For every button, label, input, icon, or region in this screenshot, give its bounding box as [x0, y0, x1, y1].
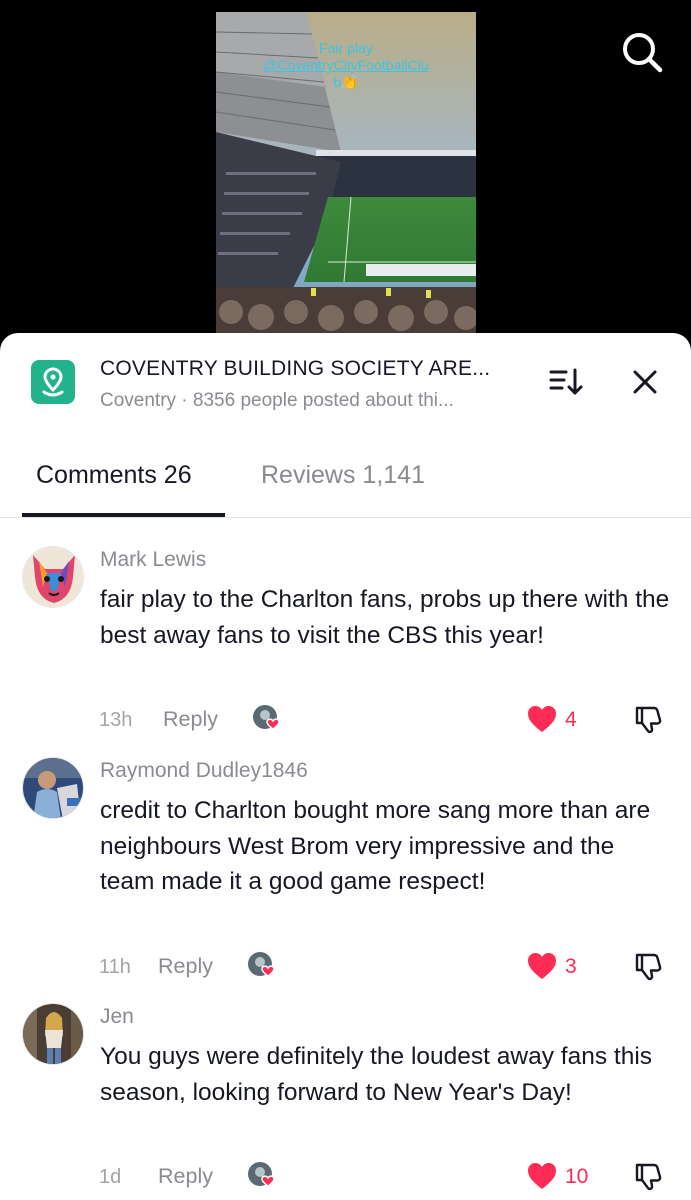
avatar[interactable] [22, 757, 84, 819]
caption-line: Fair play [319, 40, 373, 56]
comments-sheet: COVENTRY BUILDING SOCIETY ARE... Coventr… [0, 333, 691, 1200]
search-icon [623, 33, 663, 73]
comment-text: credit to Charlton bought more sang more… [100, 797, 651, 895]
video-thumbnail[interactable]: Fair play @CoventryCityFootballClu b👏 [216, 12, 476, 342]
thumbs-down-icon [635, 706, 662, 734]
dislike-button[interactable] [632, 950, 664, 982]
comment-author[interactable]: Raymond Dudley1846 [100, 759, 308, 783]
heart-icon [528, 706, 556, 732]
comment-text: You guys were definitely the loudest awa… [100, 1043, 653, 1106]
comment-item: Mark Lewis fair play to the Charlton fan… [0, 546, 691, 741]
dislike-button[interactable] [632, 1160, 664, 1192]
place-header[interactable]: COVENTRY BUILDING SOCIETY ARE... Coventr… [0, 333, 691, 431]
comment-time: 11h [99, 956, 131, 978]
tab-reviews[interactable]: Reviews 1,141 [261, 461, 425, 490]
creator-liked-icon [247, 951, 281, 981]
place-title: COVENTRY BUILDING SOCIETY ARE... [100, 357, 491, 380]
close-button[interactable] [630, 367, 660, 397]
like-count: 3 [565, 955, 577, 978]
video-caption: Fair play @CoventryCityFootballClu b👏 [216, 40, 476, 91]
active-tab-indicator [22, 513, 225, 517]
like-button[interactable] [526, 1161, 558, 1191]
heart-icon [528, 1163, 556, 1189]
tab-bar: Comments 26 Reviews 1,141 [0, 451, 691, 518]
thumbs-down-icon [635, 953, 662, 981]
like-button[interactable] [526, 951, 558, 981]
comment-author[interactable]: Jen [100, 1005, 134, 1029]
like-count: 10 [565, 1165, 589, 1188]
comment-time: 13h [99, 709, 133, 731]
comment-item: Raymond Dudley1846 credit to Charlton bo… [0, 757, 691, 982]
sort-icon [549, 368, 583, 395]
tab-comments[interactable]: Comments 26 [36, 461, 192, 490]
comment-author[interactable]: Mark Lewis [100, 548, 206, 572]
close-icon [633, 370, 657, 394]
dislike-button[interactable] [632, 703, 664, 735]
comment-item: Jen You guys were definitely the loudest… [0, 1003, 691, 1200]
reply-button[interactable]: Reply [163, 707, 218, 732]
reply-button[interactable]: Reply [158, 1164, 213, 1189]
caption-line: b👏 [333, 74, 359, 90]
location-pin-icon [31, 360, 75, 404]
avatar[interactable] [22, 1003, 84, 1065]
sort-button[interactable] [548, 367, 584, 397]
like-button[interactable] [526, 704, 558, 734]
creator-liked-icon [247, 1161, 281, 1191]
caption-mention[interactable]: @CoventryCityFootballClu [216, 57, 476, 74]
comment-time: 1d [99, 1166, 122, 1188]
like-count: 4 [565, 708, 577, 731]
avatar[interactable] [22, 546, 84, 608]
heart-icon [528, 953, 556, 979]
comment-text: fair play to the Charlton fans, probs up… [100, 586, 670, 649]
video-area[interactable]: Fair play @CoventryCityFootballClu b👏 [0, 0, 691, 350]
search-button[interactable] [620, 30, 664, 74]
creator-liked-icon [252, 704, 286, 734]
thumbs-down-icon [635, 1163, 662, 1191]
reply-button[interactable]: Reply [158, 954, 213, 979]
place-subtitle: Coventry · 8356 people posted about thi.… [100, 390, 454, 411]
